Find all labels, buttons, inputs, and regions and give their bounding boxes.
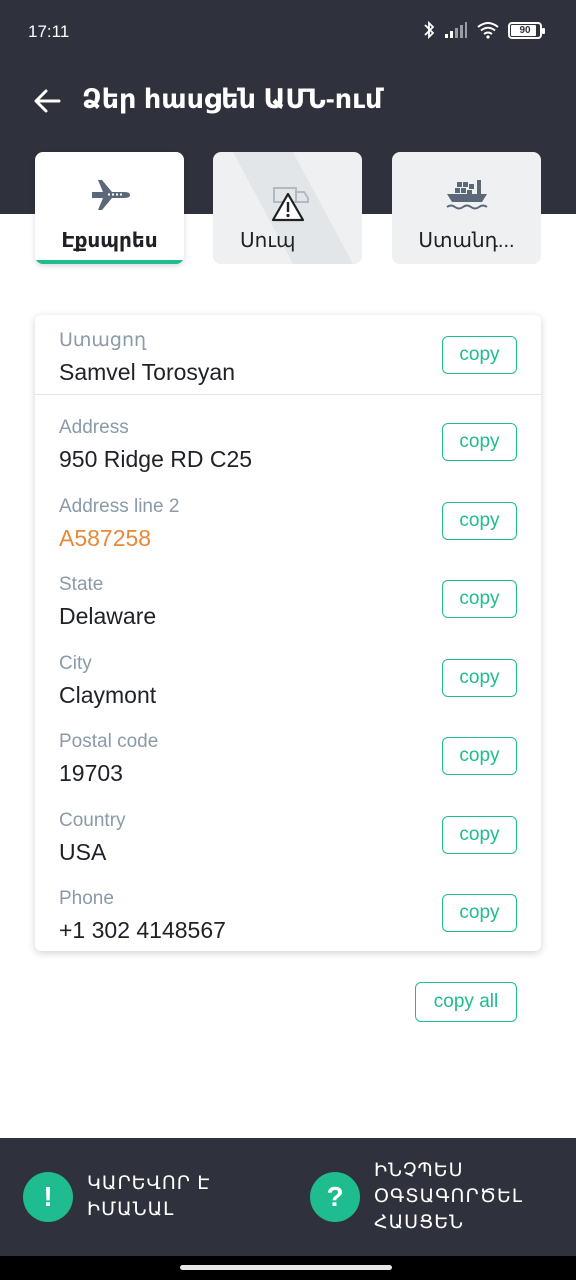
postal-code-field: Postal code 19703 — [59, 730, 419, 788]
copy-state-button[interactable]: copy — [442, 580, 517, 618]
warning-icon — [271, 192, 305, 222]
state-label: State — [59, 574, 104, 595]
airplane-icon — [91, 180, 130, 210]
copy-country-button[interactable]: copy — [442, 816, 517, 854]
phone-value: +1 302 4148567 — [59, 917, 226, 943]
recipient-field: Ստացող Samvel Torosyan — [59, 329, 419, 387]
recipient-label: Ստացող — [59, 330, 147, 351]
status-bar: 17:11 90 — [0, 0, 576, 64]
phone-label: Phone — [59, 888, 114, 909]
bluetooth-icon — [424, 20, 435, 40]
state-value: Delaware — [59, 603, 157, 629]
status-icons: 90 — [422, 20, 545, 40]
wifi-icon — [477, 22, 499, 39]
copy-postal-code-button[interactable]: copy — [442, 737, 517, 775]
tab-express[interactable]: Էքսպրես — [35, 152, 184, 264]
how-to-use-button[interactable]: ? ԻՆՉՊԵՍ ՕԳՏԱԳՈՐԾԵԼ ՀԱՍՑԵՆ — [310, 1138, 523, 1256]
active-tab-indicator — [35, 260, 184, 264]
battery-level: 90 — [519, 24, 531, 36]
important-info-label: ԿԱՐԵՎՈՐ Է ԻՄԱՆԱԼ — [87, 1173, 211, 1220]
phone-field: Phone +1 302 4148567 — [59, 887, 419, 945]
address-label: Address — [59, 417, 129, 438]
exclamation-icon: ! — [23, 1172, 73, 1222]
postal-code-value: 19703 — [59, 760, 123, 786]
copy-city-button[interactable]: copy — [442, 659, 517, 697]
bottom-bar: ! ԿԱՐԵՎՈՐ Է ԻՄԱՆԱԼ ? ԻՆՉՊԵՍ ՕԳՏԱԳՈՐԾԵԼ Հ… — [0, 1138, 576, 1256]
question-icon: ? — [310, 1172, 360, 1222]
country-value: USA — [59, 839, 107, 865]
how-to-use-label: ԻՆՉՊԵՍ ՕԳՏԱԳՈՐԾԵԼ ՀԱՍՑԵՆ — [374, 1160, 524, 1233]
card-divider — [35, 394, 541, 395]
recipient-value: Samvel Torosyan — [59, 359, 235, 385]
country-label: Country — [59, 810, 126, 831]
copy-all-button[interactable]: copy all — [415, 982, 517, 1022]
important-info-button[interactable]: ! ԿԱՐԵՎՈՐ Է ԻՄԱՆԱԼ — [23, 1138, 210, 1256]
battery-icon: 90 — [508, 21, 545, 39]
copy-phone-button[interactable]: copy — [442, 894, 517, 932]
state-field: State Delaware — [59, 573, 419, 631]
ship-icon — [445, 180, 488, 210]
back-arrow-icon[interactable] — [32, 86, 62, 116]
shipping-tabs: Էքսպրես Սուպ Ստանդ... — [35, 152, 541, 264]
address-line-2-value: A587258 — [59, 525, 152, 551]
address-card: Ստացող Samvel Torosyan copy Address 950 … — [35, 315, 541, 951]
tab-super[interactable]: Սուպ — [213, 152, 362, 264]
tab-standard-label: Ստանդ... — [418, 230, 515, 252]
city-field: City Claymont — [59, 652, 419, 710]
tab-standard[interactable]: Ստանդ... — [392, 152, 541, 264]
address-field: Address 950 Ridge RD C25 — [59, 416, 419, 474]
city-label: City — [59, 653, 92, 674]
signal-icon — [445, 22, 467, 38]
city-value: Claymont — [59, 682, 157, 708]
copy-address-line-2-button[interactable]: copy — [442, 502, 517, 540]
status-time: 17:11 — [28, 22, 70, 41]
system-nav-bar — [0, 1256, 576, 1280]
page-title: Ձեր հասցեն ԱՄՆ-ում — [82, 84, 383, 114]
copy-recipient-button[interactable]: copy — [442, 336, 517, 374]
country-field: Country USA — [59, 809, 419, 867]
home-indicator[interactable] — [180, 1265, 392, 1270]
postal-code-label: Postal code — [59, 731, 159, 752]
address-value: 950 Ridge RD C25 — [59, 446, 253, 472]
address-line-2-field: Address line 2 A587258 — [59, 495, 419, 553]
tab-express-label: Էքսպրես — [61, 230, 158, 252]
copy-address-button[interactable]: copy — [442, 423, 517, 461]
tab-super-label: Սուպ — [240, 230, 296, 252]
address-line-2-label: Address line 2 — [59, 496, 180, 517]
